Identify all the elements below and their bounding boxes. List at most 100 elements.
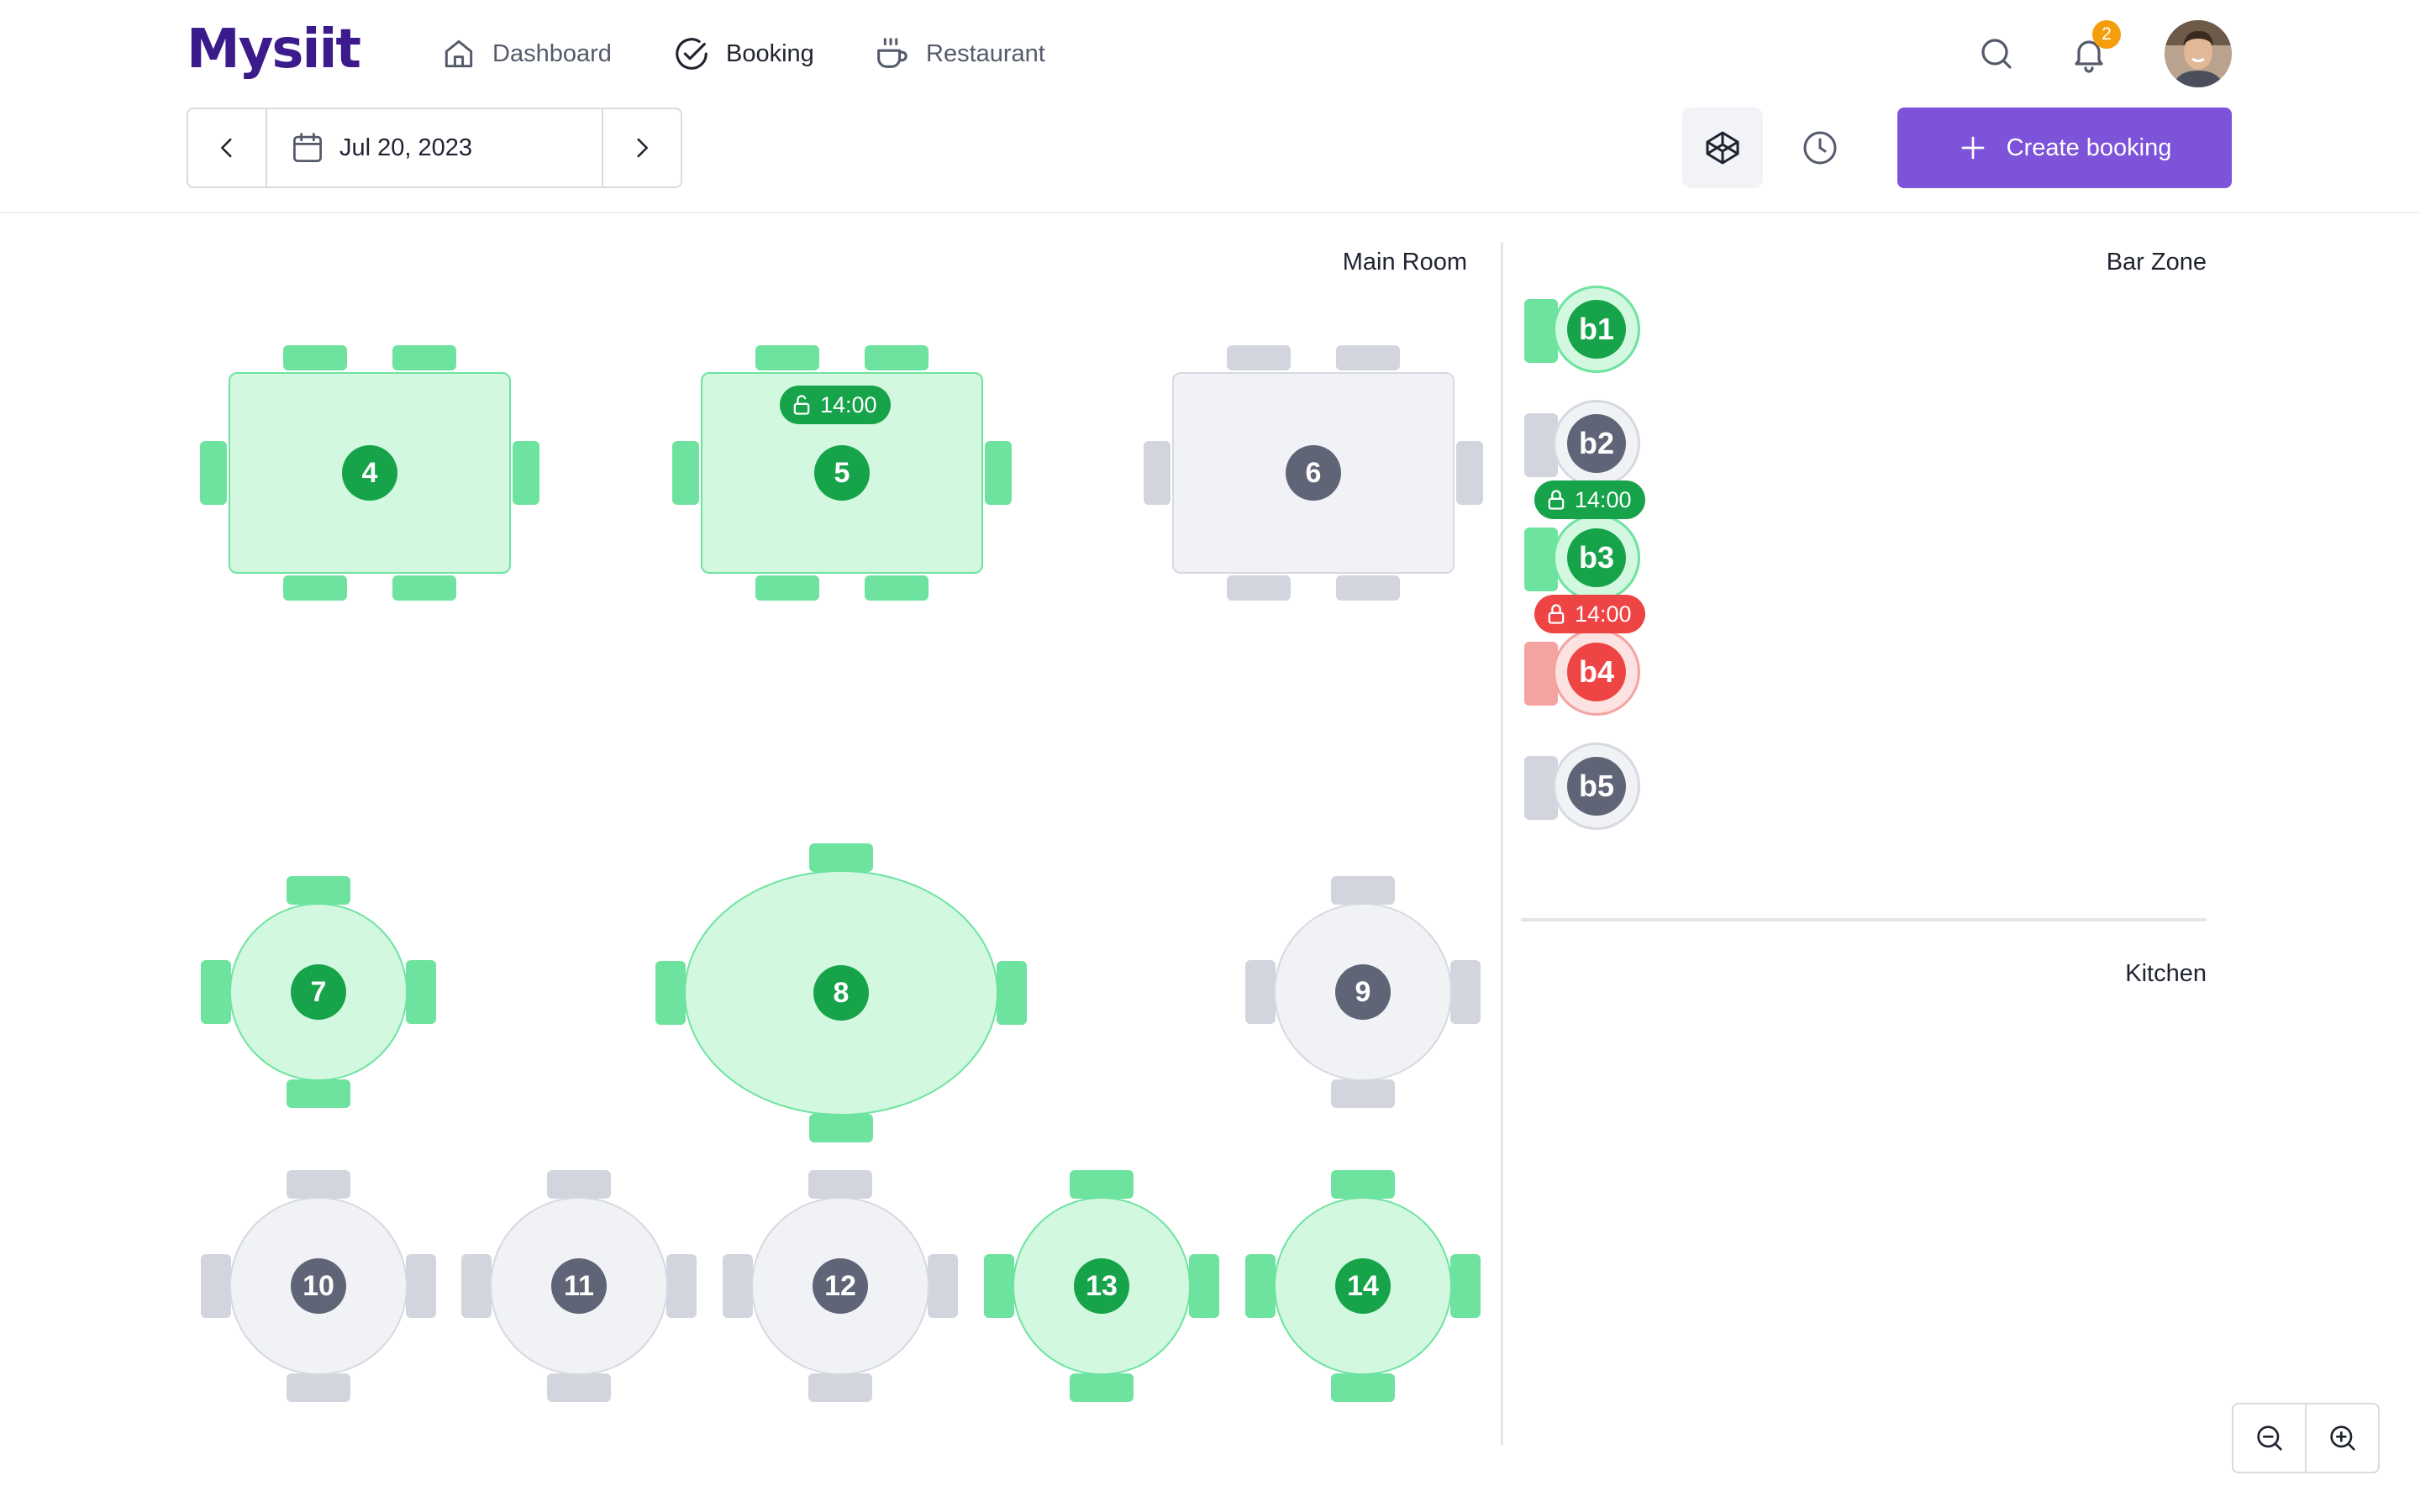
coffee-cup-icon	[877, 38, 908, 68]
zoom-in-button[interactable]	[2307, 1404, 2378, 1472]
table-number: 7	[291, 964, 346, 1020]
chair	[655, 961, 686, 1025]
table-number: 10	[291, 1258, 346, 1314]
search-icon	[1981, 39, 2012, 69]
chair	[461, 1254, 492, 1318]
chair	[1070, 1170, 1134, 1199]
chair	[287, 876, 350, 905]
create-booking-label: Create booking	[2006, 134, 2172, 161]
bar-seat-b3[interactable]: b3	[1553, 514, 1640, 601]
chevron-right-icon	[637, 138, 648, 158]
search-button[interactable]	[1971, 29, 2022, 79]
lock-time: 14:00	[820, 391, 877, 417]
nav-dashboard-label: Dashboard	[492, 39, 612, 67]
user-photo-icon	[2165, 20, 2232, 87]
table-7[interactable]: 7	[229, 903, 408, 1081]
chair	[865, 345, 929, 370]
next-day-button[interactable]	[602, 109, 681, 186]
chair	[808, 1373, 872, 1402]
lock-time: 14:00	[1575, 486, 1632, 512]
lock-icon	[1548, 604, 1565, 624]
chair	[406, 960, 436, 1024]
chair	[1245, 1254, 1276, 1318]
chair	[392, 575, 456, 601]
chair	[1144, 441, 1171, 505]
bar-seat-b1[interactable]: b1	[1553, 286, 1640, 373]
history-view-button[interactable]	[1780, 108, 1860, 188]
chair	[201, 1254, 231, 1318]
chair	[201, 960, 231, 1024]
previous-day-button[interactable]	[188, 109, 267, 186]
table-4[interactable]: 4	[229, 372, 511, 574]
chair	[809, 843, 873, 872]
clock-icon	[1803, 131, 1837, 165]
zone-label-main-room: Main Room	[1342, 249, 1467, 276]
chair	[283, 345, 347, 370]
bar-seat-b4[interactable]: b4	[1553, 628, 1640, 716]
zoom-controls	[2232, 1403, 2380, 1473]
chair	[1227, 575, 1291, 601]
table-10[interactable]: 10	[229, 1197, 408, 1375]
chair	[1450, 1254, 1481, 1318]
zone-divider	[1501, 242, 1503, 1445]
chair	[1336, 345, 1400, 370]
chair	[283, 575, 347, 601]
table-14[interactable]: 14	[1274, 1197, 1452, 1375]
table-number: 12	[813, 1258, 868, 1314]
chair	[287, 1079, 350, 1108]
app-logo[interactable]: Mysiit	[187, 18, 361, 81]
home-icon	[445, 39, 473, 68]
chair	[1331, 1170, 1395, 1199]
table-9[interactable]: 9	[1274, 903, 1452, 1081]
table-number: 14	[1335, 1258, 1391, 1314]
table-8[interactable]: 8	[684, 870, 998, 1116]
chair	[984, 1254, 1014, 1318]
date-value: Jul 20, 2023	[339, 134, 473, 161]
nav-dashboard[interactable]: Dashboard	[440, 30, 612, 77]
table-13[interactable]: 13	[1013, 1197, 1191, 1375]
floor-plan-view-button[interactable]	[1682, 108, 1763, 188]
notification-count-badge: 2	[2092, 20, 2121, 49]
chair	[1245, 960, 1276, 1024]
table-12[interactable]: 12	[751, 1197, 929, 1375]
table-number: 5	[814, 445, 870, 501]
nav-restaurant[interactable]: Restaurant	[872, 30, 1045, 77]
date-picker: Jul 20, 2023	[187, 108, 682, 188]
bar-lock-time-badge: 14:00	[1534, 480, 1645, 519]
chair	[755, 345, 819, 370]
chair	[1189, 1254, 1219, 1318]
nav-restaurant-label: Restaurant	[926, 39, 1045, 67]
chair	[406, 1254, 436, 1318]
nav-booking[interactable]: Booking	[672, 30, 814, 77]
chair	[1336, 575, 1400, 601]
bar-seat-b5[interactable]: b5	[1553, 743, 1640, 830]
bar-seat-number: b3	[1567, 528, 1626, 587]
user-avatar[interactable]	[2165, 20, 2232, 87]
chair	[666, 1254, 697, 1318]
zone-label-bar-zone: Bar Zone	[2106, 249, 2207, 276]
create-booking-button[interactable]: Create booking	[1897, 108, 2232, 188]
chair	[1450, 960, 1481, 1024]
chair	[809, 1114, 873, 1142]
zoom-out-icon	[2256, 1425, 2282, 1451]
bar-seat-number: b4	[1567, 643, 1626, 701]
chair	[287, 1170, 350, 1199]
table-number: 9	[1335, 964, 1391, 1020]
chair	[1456, 441, 1483, 505]
table-number: 4	[342, 445, 397, 501]
plus-icon	[1961, 136, 1985, 160]
check-circle-icon	[676, 38, 708, 70]
table-11[interactable]: 11	[490, 1197, 668, 1375]
chair	[547, 1170, 611, 1199]
table-number: 11	[551, 1258, 607, 1314]
bar-seat-number: b1	[1567, 300, 1626, 359]
date-display[interactable]: Jul 20, 2023	[267, 109, 602, 186]
table-6[interactable]: 6	[1172, 372, 1455, 574]
chair	[1331, 876, 1395, 905]
table-number: 6	[1286, 445, 1341, 501]
chevron-left-icon	[221, 138, 232, 158]
bar-seat-b2[interactable]: b2	[1553, 400, 1640, 487]
lock-time: 14:00	[1575, 601, 1632, 627]
zoom-out-button[interactable]	[2233, 1404, 2307, 1472]
chair	[1070, 1373, 1134, 1402]
